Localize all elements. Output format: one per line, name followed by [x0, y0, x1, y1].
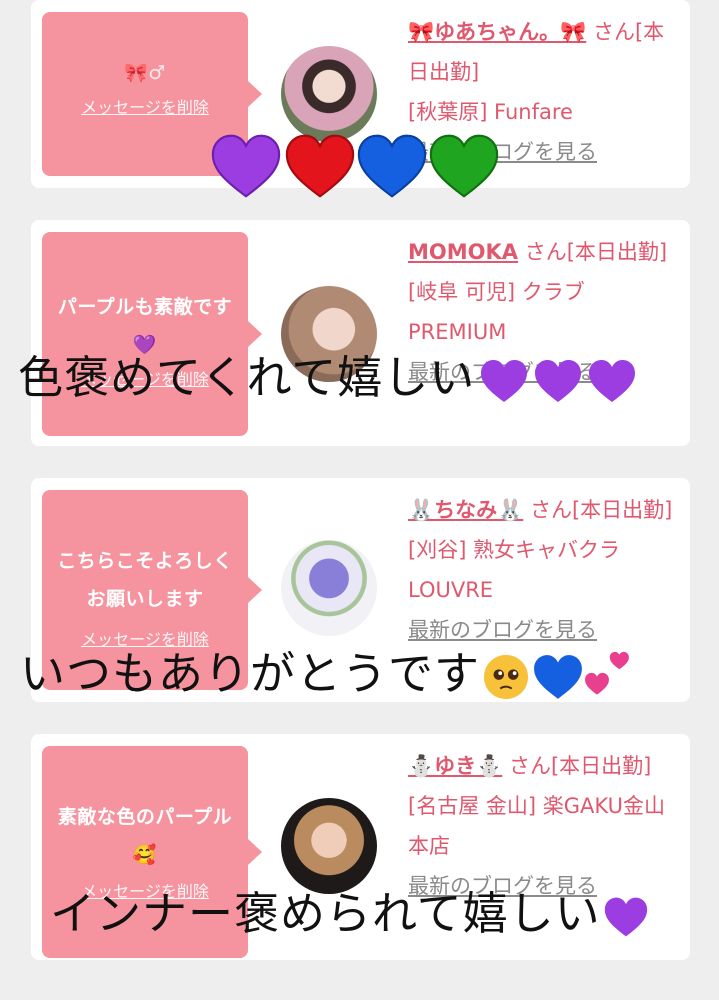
overlay-text: 色褒めてくれて嬉しい	[18, 351, 476, 404]
message-card: パープルも素敵です💜 メッセージを削除 MOMOKA さん[本日出勤] [岐阜 …	[31, 220, 690, 446]
message-bubble: パープルも素敵です💜 メッセージを削除	[42, 232, 262, 436]
shop-name: [名古屋 金山] 楽GAKU金山本店	[408, 794, 665, 858]
overlay-text: いつもありがとうです	[20, 647, 481, 700]
blue-heart-icon	[534, 655, 582, 699]
purple-heart-icon	[211, 134, 281, 198]
purple-heart-icon	[589, 360, 636, 402]
avatar[interactable]	[281, 798, 377, 894]
red-heart-icon	[285, 134, 355, 198]
blue-heart-icon	[357, 134, 427, 198]
shop-name: [秋葉原] Funfare	[408, 100, 573, 124]
overlay-caption: いつもありがとうです	[20, 648, 636, 703]
user-info: ⛄ゆき⛄ さん[本日出勤] [名古屋 金山] 楽GAKU金山本店 最新のブログを…	[408, 746, 684, 906]
message-text: 🎀♂︎	[124, 62, 166, 84]
overlay-text: インナー褒められて嬉しい	[50, 887, 601, 940]
shop-name: [岐阜 可児] クラブ PREMIUM	[408, 280, 585, 344]
two-hearts-icon	[585, 651, 629, 695]
purple-heart-icon	[535, 360, 582, 402]
purple-heart-icon	[481, 360, 528, 402]
pleading-face-icon	[483, 654, 529, 700]
message-text: こちらこそよろしくお願いします	[57, 550, 233, 610]
user-status: さん[本日出勤]	[524, 240, 668, 264]
green-heart-icon	[429, 134, 499, 198]
purple-heart-icon	[604, 897, 647, 937]
blog-link[interactable]: 最新のブログを見る	[408, 618, 597, 642]
delete-message-link[interactable]: メッセージを削除	[42, 94, 248, 118]
avatar[interactable]	[281, 46, 377, 142]
user-status: さん[本日出勤]	[529, 498, 673, 522]
user-info: 🐰ちなみ🐰 さん[本日出勤] [刈谷] 熟女キャバクラ LOUVRE 最新のブロ…	[408, 490, 684, 650]
shop-name: [刈谷] 熟女キャバクラ LOUVRE	[408, 538, 621, 602]
message-text: 素敵な色のパープル🥰	[57, 806, 233, 866]
avatar[interactable]	[281, 540, 377, 636]
user-name-link[interactable]: ⛄ゆき⛄	[408, 754, 502, 778]
overlay-caption: 色褒めてくれて嬉しい	[18, 352, 637, 404]
user-name-link[interactable]: 🎀ゆあちゃん。🎀	[408, 20, 586, 44]
overlay-caption: インナー褒められて嬉しい	[50, 888, 649, 940]
user-name-link[interactable]: MOMOKA	[408, 240, 518, 264]
user-status: さん[本日出勤]	[508, 754, 652, 778]
user-name-link[interactable]: 🐰ちなみ🐰	[408, 498, 523, 522]
